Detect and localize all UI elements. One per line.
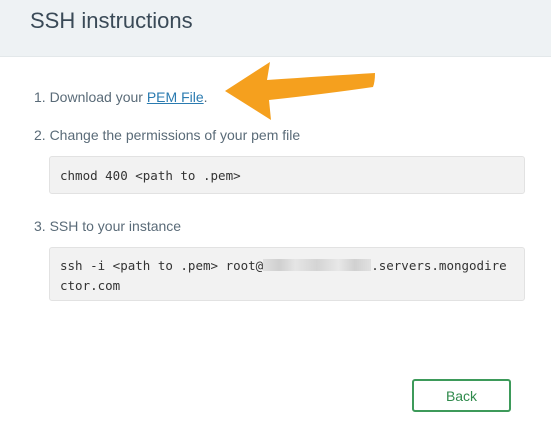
step-1-prefix: 1. Download your — [34, 89, 147, 105]
dialog-header: SSH instructions — [0, 0, 551, 57]
step-change-permissions: 2. Change the permissions of your pem fi… — [34, 127, 301, 143]
chmod-command-block[interactable]: chmod 400 <path to .pem> — [49, 156, 525, 194]
pem-file-link[interactable]: PEM File — [147, 89, 204, 105]
step-download-pem: 1. Download your PEM File. — [34, 89, 208, 105]
redacted-hostname — [263, 259, 372, 271]
back-button[interactable]: Back — [412, 379, 511, 412]
pointer-arrow-icon — [225, 62, 375, 120]
chmod-command: chmod 400 <path to .pem> — [60, 168, 241, 183]
dialog-title: SSH instructions — [30, 8, 193, 33]
ssh-command-prefix: ssh -i <path to .pem> root@ — [60, 258, 264, 273]
step-1-suffix: . — [203, 89, 208, 105]
ssh-instructions-dialog: SSH instructions 1. Download your PEM Fi… — [0, 0, 551, 429]
ssh-command-block[interactable]: ssh -i <path to .pem> root@ .servers.mong… — [49, 247, 525, 301]
step-ssh-to-instance: 3. SSH to your instance — [34, 218, 182, 234]
